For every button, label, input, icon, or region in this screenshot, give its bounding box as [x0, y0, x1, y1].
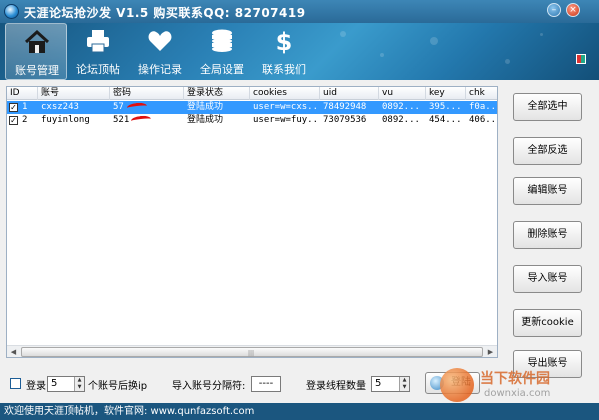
update-cookie-button[interactable]: 更新cookie: [513, 309, 582, 337]
cell-account: fuyinlong: [41, 115, 90, 125]
tab-label: 联系我们: [262, 63, 306, 76]
login-switch-checkbox[interactable]: [10, 378, 21, 389]
toolbar: 账号管理 论坛顶帖 操作记录 全局设置 $ 联系我们: [0, 23, 599, 80]
column-header[interactable]: vu: [379, 87, 426, 100]
column-header[interactable]: ID: [7, 87, 38, 100]
dollar-icon: $: [276, 28, 293, 54]
minimize-icon[interactable]: –: [547, 3, 561, 17]
scroll-right-icon[interactable]: ▶: [485, 347, 496, 357]
watermark-logo-icon: [440, 368, 474, 402]
threads-spinner[interactable]: 5 ▲ ▼: [371, 376, 410, 392]
main-panel: ID 账号 密码 登录状态 cookies uid vu key chk ✓ 1…: [0, 80, 599, 403]
printer-icon: [87, 30, 109, 53]
watermark-text: 当下软件园: [480, 371, 550, 387]
cell-vu: 0892...: [382, 115, 420, 125]
tab-operation-log[interactable]: 操作记录: [129, 23, 191, 80]
tab-forum-bump[interactable]: 论坛顶帖: [67, 23, 129, 80]
watermark: 当下软件园 downxia.com: [440, 366, 590, 406]
horizontal-scrollbar[interactable]: ◀ ||| ▶: [7, 345, 497, 357]
invert-select-button[interactable]: 全部反选: [513, 137, 582, 165]
switch-count-value: 5: [51, 378, 58, 389]
heart-icon: [148, 31, 172, 51]
row-checkbox[interactable]: ✓: [9, 116, 18, 125]
skin-icon[interactable]: [576, 54, 586, 64]
threads-value: 5: [375, 378, 382, 389]
scroll-thumb[interactable]: |||: [21, 347, 483, 357]
cell-cookies: user=w=fuy...: [253, 115, 320, 125]
column-header[interactable]: 密码: [110, 87, 184, 100]
cell-vu: 0892...: [382, 102, 420, 112]
cell-status: 登陆成功: [187, 102, 224, 112]
cell-key: 395...: [429, 102, 462, 112]
close-icon[interactable]: ×: [566, 3, 580, 17]
cell-cookies: user=w=cxs...: [253, 102, 320, 112]
bubble-decoration: [540, 33, 543, 36]
login-label: 登录: [26, 381, 46, 392]
cell-id: 1: [22, 102, 28, 112]
window-title: 天涯论坛抢沙发 V1.5 购买联系QQ: 82707419: [24, 6, 306, 20]
title-bar: 天涯论坛抢沙发 V1.5 购买联系QQ: 82707419 – ×: [0, 0, 599, 23]
home-icon: [24, 29, 50, 53]
watermark-subtext: downxia.com: [484, 388, 551, 399]
tab-global-settings[interactable]: 全局设置: [191, 23, 253, 80]
bubble-decoration: [340, 31, 346, 37]
table-row[interactable]: ✓ 1 cxsz243 57 登陆成功 user=w=cxs... 784929…: [7, 101, 497, 114]
tab-label: 全局设置: [200, 63, 244, 76]
cell-chk: 406...: [469, 115, 497, 125]
spinner-arrows-icon[interactable]: ▲ ▼: [399, 377, 409, 391]
cell-account: cxsz243: [41, 102, 79, 112]
separator-input[interactable]: ----: [251, 376, 281, 392]
separator-label: 导入账号分隔符:: [172, 381, 246, 392]
tab-label: 论坛顶帖: [76, 63, 120, 76]
bubble-decoration: [380, 53, 384, 57]
cell-chk: f0a...: [469, 102, 497, 112]
row-checkbox[interactable]: ✓: [9, 103, 18, 112]
cell-uid: 78492948: [323, 102, 367, 112]
tab-label: 操作记录: [138, 63, 182, 76]
table-header: ID 账号 密码 登录状态 cookies uid vu key chk: [7, 87, 497, 100]
column-header[interactable]: uid: [320, 87, 379, 100]
column-header[interactable]: 账号: [38, 87, 110, 100]
threads-label: 登录线程数量: [306, 381, 366, 392]
table-row[interactable]: ✓ 2 fuyinlong 521 登陆成功 user=w=fuy... 730…: [7, 114, 497, 127]
bubble-decoration: [430, 37, 438, 45]
cell-id: 2: [22, 115, 28, 125]
tab-account-management[interactable]: 账号管理: [5, 23, 67, 80]
column-header[interactable]: cookies: [250, 87, 320, 100]
tab-contact-us[interactable]: $ 联系我们: [253, 23, 315, 80]
tab-label: 账号管理: [15, 64, 59, 77]
import-account-button[interactable]: 导入账号: [513, 265, 582, 293]
app-icon: [4, 4, 19, 19]
cell-key: 454...: [429, 115, 462, 125]
account-table: ID 账号 密码 登录状态 cookies uid vu key chk ✓ 1…: [6, 86, 498, 358]
bubble-decoration: [505, 59, 510, 64]
scroll-left-icon[interactable]: ◀: [8, 347, 19, 357]
column-header[interactable]: chk: [466, 87, 497, 100]
edit-account-button[interactable]: 编辑账号: [513, 177, 582, 205]
column-header[interactable]: 登录状态: [184, 87, 250, 100]
column-header[interactable]: key: [426, 87, 466, 100]
database-icon: [212, 29, 232, 52]
cell-status: 登陆成功: [187, 115, 224, 125]
cell-password: 57: [113, 102, 124, 112]
switch-ip-label: 个账号后换ip: [88, 381, 148, 392]
select-all-button[interactable]: 全部选中: [513, 93, 582, 121]
cell-uid: 73079536: [323, 115, 367, 125]
spinner-arrows-icon[interactable]: ▲ ▼: [74, 377, 84, 391]
grip-icon: |||: [248, 350, 255, 357]
status-bar: 欢迎使用天涯顶帖机，软件官网: www.qunfazsoft.com: [0, 403, 599, 420]
switch-count-spinner[interactable]: 5 ▲ ▼: [47, 376, 85, 392]
delete-account-button[interactable]: 删除账号: [513, 221, 582, 249]
svg-text:$: $: [276, 28, 293, 54]
